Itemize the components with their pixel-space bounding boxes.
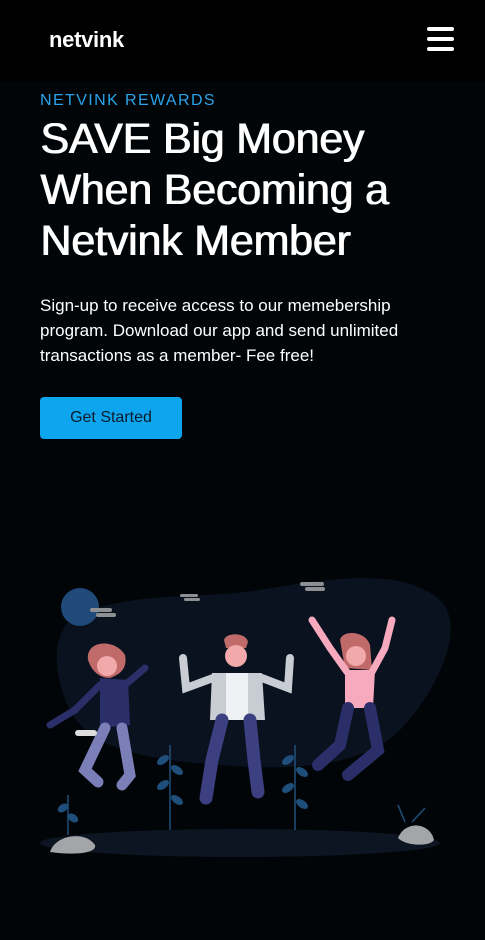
cloud-shape [90, 608, 112, 612]
ground-shadow [40, 829, 440, 857]
plant-leaf [67, 813, 79, 823]
top-navigation-bar: netvink [0, 0, 485, 82]
plant-leaf [157, 780, 169, 790]
shirt-shape [226, 673, 248, 720]
leg-shape [243, 713, 265, 799]
hero-headline: SAVE Big Money When Becoming a Netvink M… [40, 115, 389, 265]
hero-section: NETVINK REWARDS SAVE Big Money When Beco… [40, 92, 460, 368]
hamburger-menu-icon[interactable] [427, 26, 455, 52]
shoe-shape [75, 730, 97, 736]
jumping-people-illustration [40, 578, 451, 857]
plant-leaf [282, 783, 294, 793]
head-shape [225, 645, 247, 667]
head-shape [97, 656, 117, 676]
plant-leaf [296, 767, 308, 777]
hero-eyebrow: NETVINK REWARDS [40, 92, 216, 109]
cloud-shape [305, 587, 325, 591]
cloud-shape [180, 594, 198, 597]
plant-leaf [171, 765, 183, 775]
cloud-shape [300, 582, 324, 586]
get-started-button[interactable]: Get Started [40, 397, 182, 439]
moon-circle [61, 588, 99, 626]
plant-leaf [296, 799, 308, 809]
hero-description: Sign-up to receive access to our memeber… [40, 296, 399, 365]
brand-logo[interactable]: netvink [49, 27, 124, 53]
plant-leaf [171, 795, 183, 805]
leg-shape [116, 722, 136, 791]
plant-stem [397, 804, 426, 823]
cloud-shape [96, 613, 116, 617]
cloud-shape [184, 598, 200, 601]
head-shape [346, 646, 366, 666]
plant-leaf [57, 803, 69, 813]
